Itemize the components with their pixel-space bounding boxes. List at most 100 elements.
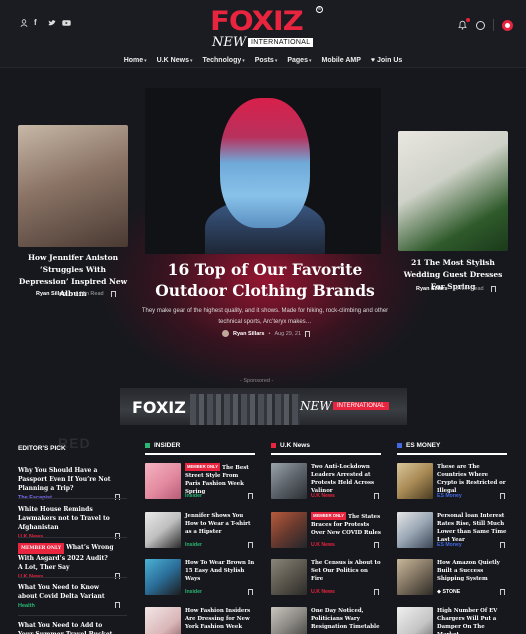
post-thumbnail[interactable]	[145, 463, 181, 499]
post-category[interactable]: Insider	[185, 493, 202, 499]
bookmark-icon[interactable]	[115, 602, 120, 608]
list-item[interactable]: One Day Noticed, Politicians Wary Resign…	[271, 607, 381, 634]
post-title[interactable]: MEMBER ONLY The Best Street Style From Pa…	[185, 463, 255, 496]
bookmark-icon[interactable]	[374, 542, 379, 548]
bookmark-icon[interactable]	[500, 589, 505, 595]
post-category[interactable]: U.K News	[311, 542, 335, 548]
bookmark-icon[interactable]	[110, 291, 116, 297]
post-title[interactable]: The Census is About to Set Our Politics …	[311, 559, 381, 583]
post-title[interactable]: What You Need to Know about Covid Delta …	[18, 583, 114, 601]
bookmark-icon[interactable]	[115, 573, 120, 579]
post-title[interactable]: Personal loan Interest Rates Rise, Still…	[437, 512, 507, 544]
post-title[interactable]: MEMBER ONLY The States Braces for Protest…	[311, 512, 381, 537]
post-thumbnail[interactable]	[271, 607, 307, 634]
bookmark-icon[interactable]	[374, 493, 379, 499]
nav-technology[interactable]: Technology▾	[202, 57, 244, 64]
bookmark-icon[interactable]	[115, 533, 120, 539]
author-name[interactable]: Ryan Sillars	[233, 331, 265, 337]
nav-home[interactable]: Home▾	[124, 57, 147, 64]
post-title[interactable]: Why You Should Have a Passport Even If Y…	[18, 466, 114, 493]
post-title[interactable]: Two Anti-Lockdown Leaders Arrested at Pr…	[311, 463, 381, 495]
list-item[interactable]: MEMBER ONLY The States Braces for Protest…	[271, 512, 381, 552]
banner-new: NEW	[300, 399, 332, 413]
list-item[interactable]: The Census is About to Set Our Politics …	[271, 559, 381, 599]
avatar[interactable]	[222, 330, 229, 337]
post-category[interactable]: U.K News	[311, 493, 335, 499]
post-category[interactable]: ES Money	[437, 493, 462, 499]
user-icon[interactable]	[20, 19, 28, 27]
list-item[interactable]: These are The Countries Where Crypto is …	[397, 463, 507, 503]
post-thumbnail[interactable]	[145, 607, 181, 634]
twitter-icon[interactable]	[48, 19, 56, 27]
hero-main-title[interactable]: 16 Top of Our Favorite Outdoor Clothing …	[140, 259, 390, 301]
post-thumbnail[interactable]	[271, 559, 307, 595]
post-thumbnail[interactable]	[145, 512, 181, 548]
search-icon[interactable]	[476, 20, 485, 30]
post-category[interactable]: ES Money	[437, 542, 462, 548]
sponsored-banner[interactable]: FOXIZ NEW INTERNATIONAL	[120, 388, 407, 425]
list-item[interactable]: MEMBER ONLY What’s Wrong With Asgard’s 20…	[18, 543, 127, 580]
post-thumbnail[interactable]	[271, 512, 307, 548]
bookmark-icon[interactable]	[490, 286, 496, 292]
dark-mode-icon[interactable]	[502, 19, 513, 31]
bookmark-icon[interactable]	[305, 330, 311, 337]
site-logo[interactable]: FOXIZ NEW INTERNATIONAL ®	[210, 6, 323, 50]
list-item[interactable]: White House Reminds Lawmakers not to Tra…	[18, 505, 127, 540]
list-item[interactable]: Two Anti-Lockdown Leaders Arrested at Pr…	[271, 463, 381, 503]
post-thumbnail[interactable]	[271, 463, 307, 499]
post-title[interactable]: How Fashion Insiders Are Dressing for Ne…	[185, 607, 255, 631]
bookmark-icon[interactable]	[248, 493, 253, 499]
hero-right-image[interactable]	[398, 131, 508, 251]
post-thumbnail[interactable]	[397, 607, 433, 634]
bookmark-icon[interactable]	[115, 494, 120, 500]
post-title[interactable]: One Day Noticed, Politicians Wary Resign…	[311, 607, 381, 631]
nav-posts[interactable]: Posts▾	[255, 57, 278, 64]
facebook-icon[interactable]: f	[34, 19, 42, 27]
bookmark-icon[interactable]	[500, 542, 505, 548]
list-item[interactable]: High Number Of EV Chargers Will Put a Da…	[397, 607, 507, 634]
nav-pages[interactable]: Pages▾	[287, 57, 311, 64]
column-heading[interactable]: INSIDER	[145, 441, 255, 455]
list-item[interactable]: Personal loan Interest Rates Rise, Still…	[397, 512, 507, 552]
bookmark-icon[interactable]	[248, 589, 253, 595]
hero-main-image[interactable]	[145, 88, 381, 254]
post-title[interactable]: Jennifer Shows You How to Wear a T-shirt…	[185, 512, 255, 536]
post-category[interactable]: Insider	[185, 589, 202, 595]
nav-join-us[interactable]: ♥ Join Us	[371, 57, 402, 64]
bookmark-icon[interactable]	[248, 542, 253, 548]
post-thumbnail[interactable]	[145, 559, 181, 595]
list-item[interactable]: How Amazon Quietly Built a Success Shipp…	[397, 559, 507, 599]
post-category[interactable]: Health	[18, 603, 127, 609]
post-title[interactable]: MEMBER ONLY What’s Wrong With Asgard’s 20…	[18, 543, 114, 572]
hero-left-image[interactable]	[18, 125, 128, 247]
list-item[interactable]: How Fashion Insiders Are Dressing for Ne…	[145, 607, 255, 634]
author-name[interactable]: Ryan Sillars	[416, 286, 448, 292]
post-thumbnail[interactable]	[397, 559, 433, 595]
post-title[interactable]: High Number Of EV Chargers Will Put a Da…	[437, 607, 507, 634]
post-title[interactable]: How Amazon Quietly Built a Success Shipp…	[437, 559, 507, 583]
youtube-icon[interactable]	[62, 19, 71, 27]
list-item[interactable]: What You Need to Know about Covid Delta …	[18, 583, 127, 609]
post-thumbnail[interactable]	[397, 512, 433, 548]
bell-icon[interactable]	[458, 18, 470, 30]
column-heading[interactable]: U.K News	[271, 441, 381, 455]
list-item[interactable]: Jennifer Shows You How to Wear a T-shirt…	[145, 512, 255, 552]
post-title[interactable]: What You Need to Add to Your Summer Trav…	[18, 621, 114, 634]
list-item[interactable]: What You Need to Add to Your Summer Trav…	[18, 621, 127, 634]
list-item[interactable]: How To Wear Brown In 15 Easy And Stylish…	[145, 559, 255, 599]
post-category[interactable]: ◆ STONE	[437, 589, 460, 595]
post-title[interactable]: These are The Countries Where Crypto is …	[437, 463, 507, 495]
bookmark-icon[interactable]	[500, 493, 505, 499]
column-heading[interactable]: ES MONEY	[397, 441, 507, 455]
post-category[interactable]: U.K News	[311, 589, 335, 595]
post-title[interactable]: How To Wear Brown In 15 Easy And Stylish…	[185, 559, 255, 583]
post-thumbnail[interactable]	[397, 463, 433, 499]
author-name[interactable]: Ryan Sillars	[36, 291, 68, 297]
nav-uk-news[interactable]: U.K News▾	[157, 57, 193, 64]
post-category[interactable]: Insider	[185, 542, 202, 548]
nav-mobile-amp[interactable]: Mobile AMP	[321, 57, 360, 64]
bookmark-icon[interactable]	[374, 589, 379, 595]
post-title[interactable]: White House Reminds Lawmakers not to Tra…	[18, 505, 114, 532]
list-item[interactable]: MEMBER ONLY The Best Street Style From Pa…	[145, 463, 255, 503]
list-item[interactable]: Why You Should Have a Passport Even If Y…	[18, 466, 127, 501]
